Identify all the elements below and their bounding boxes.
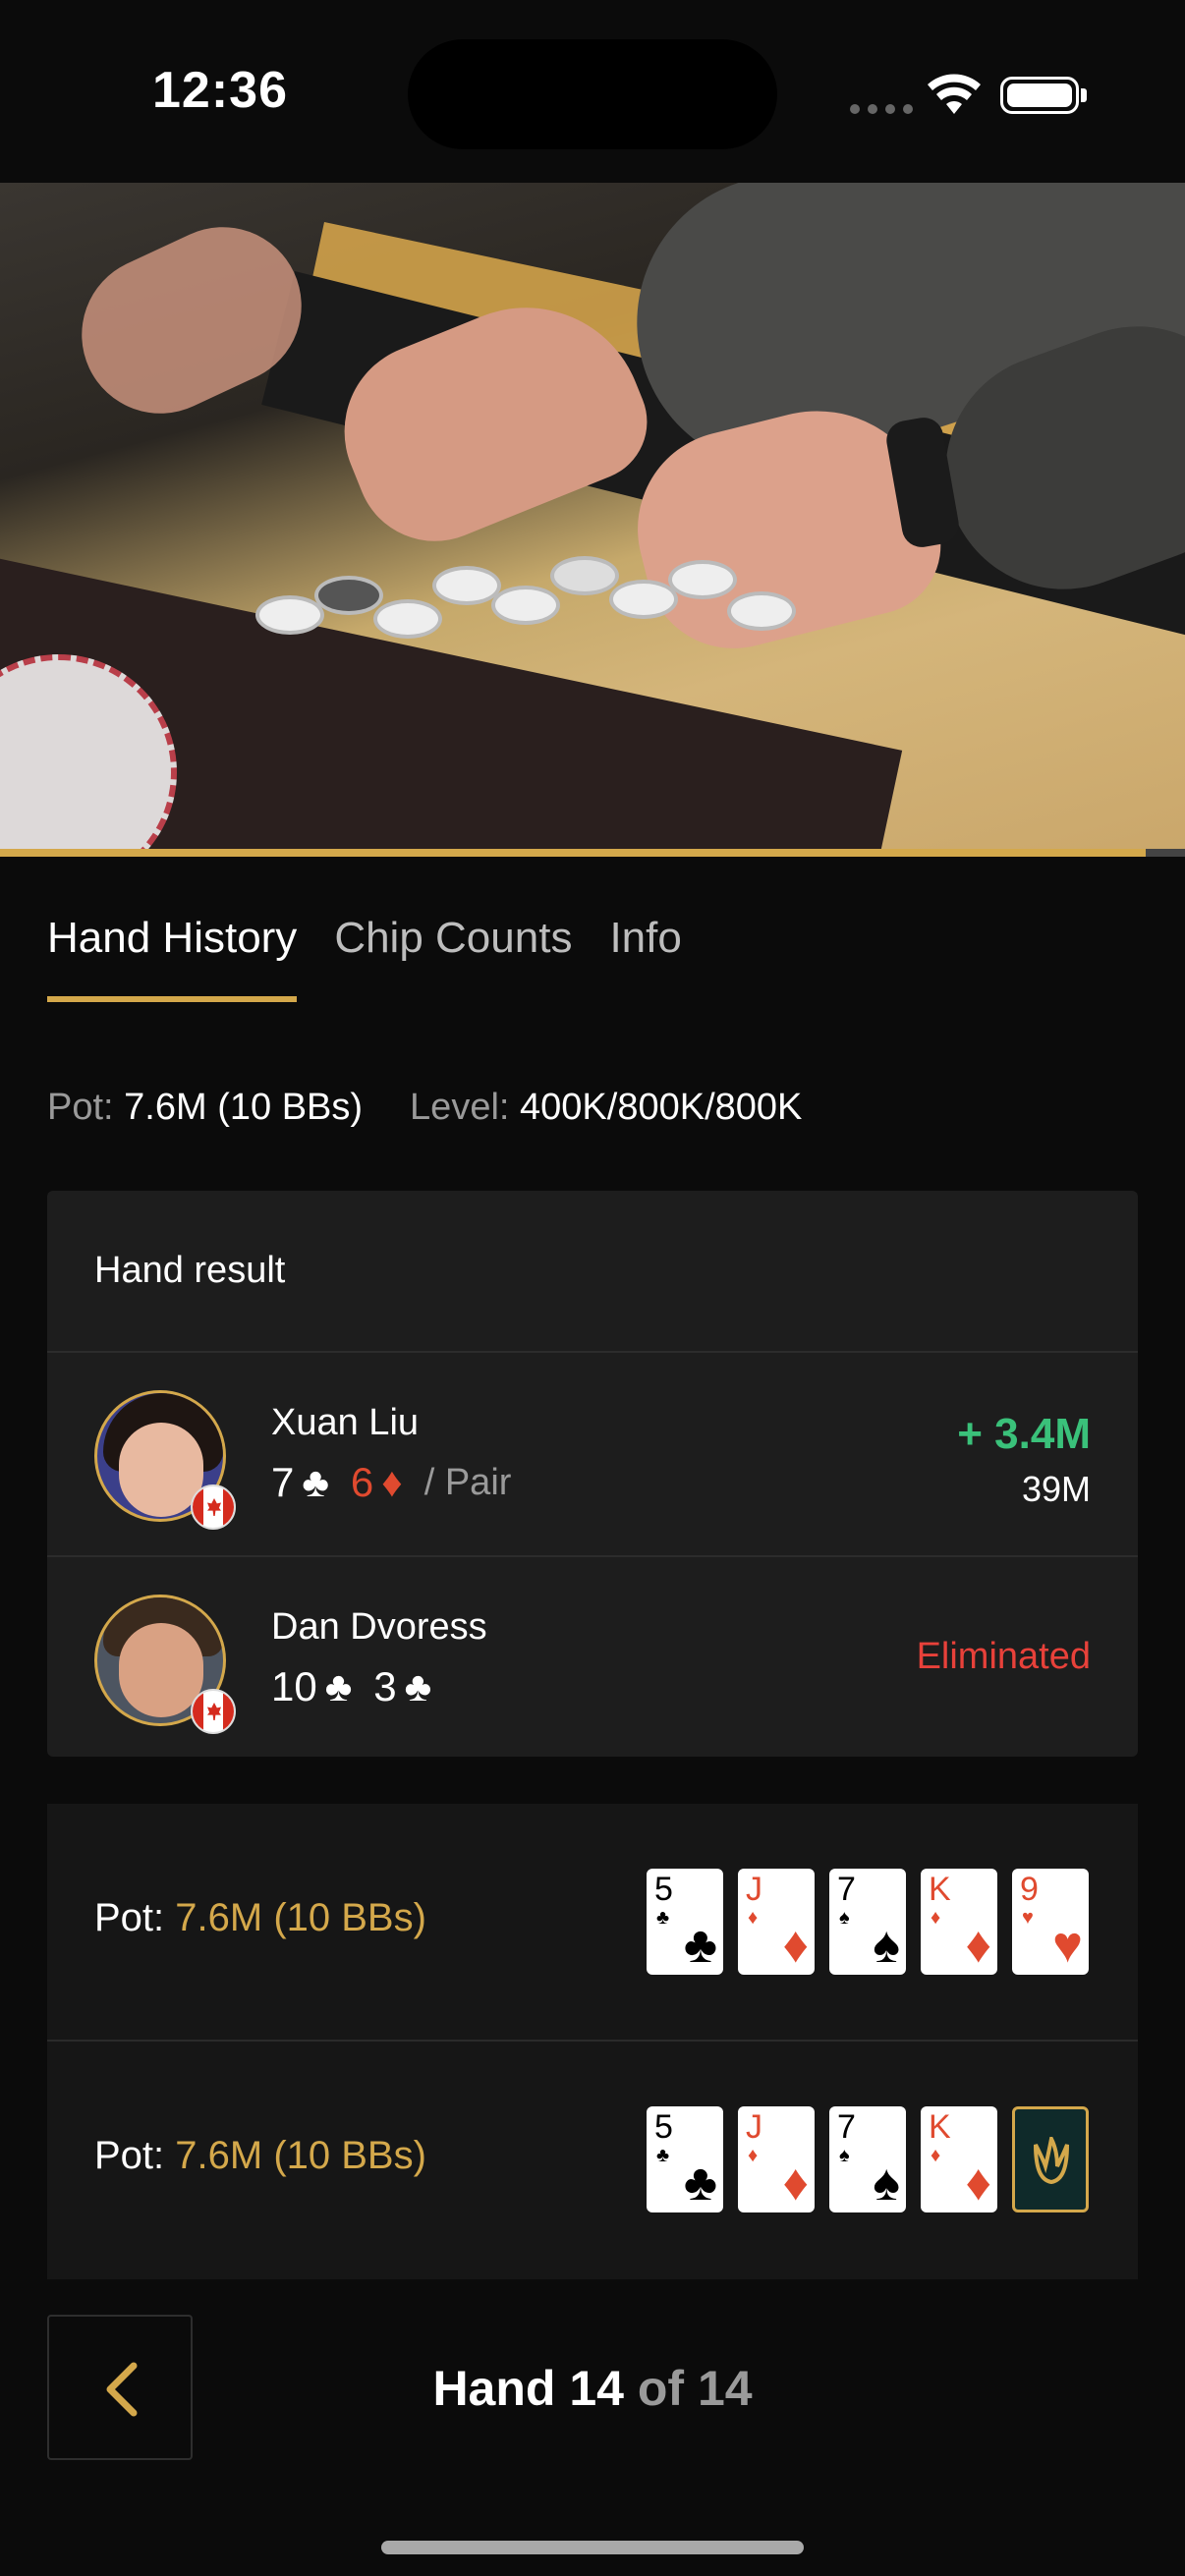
diamond-icon: ♦	[782, 1917, 809, 1974]
card-back	[1012, 2106, 1089, 2212]
battery-icon	[1000, 77, 1079, 114]
diamond-icon: ♦	[782, 2155, 809, 2212]
video-progress-bar[interactable]	[0, 849, 1146, 857]
diamond-icon: ♦	[965, 1917, 991, 1974]
wifi-icon	[928, 74, 981, 114]
tab-chip-counts[interactable]: Chip Counts	[334, 914, 572, 1002]
playing-card: J ♦ ♦	[738, 1869, 815, 1975]
playing-card: K ♦ ♦	[921, 1869, 997, 1975]
card-rank: 6	[350, 1459, 374, 1505]
battery-tip	[1081, 88, 1087, 102]
community-cards: 5 ♣ ♣ J ♦ ♦ 7 ♠ ♠ K ♦ ♦ 9 ♥ ♥	[647, 1869, 1089, 1975]
pot-label: Pot:	[47, 1087, 114, 1128]
status-eliminated: Eliminated	[916, 1636, 1091, 1677]
hand-number: Hand 14	[432, 2361, 624, 2416]
card-rank: 7	[271, 1459, 295, 1505]
community-cards: 5 ♣ ♣ J ♦ ♦ 7 ♠ ♠ K ♦ ♦	[647, 2106, 1089, 2212]
pot-value: 7.6M (10 BBs)	[175, 2134, 426, 2177]
playing-card: 5 ♣ ♣	[647, 1869, 723, 1975]
dynamic-island	[408, 39, 777, 149]
diamond-icon: ♦	[381, 1459, 403, 1505]
card-rank: 10	[271, 1663, 317, 1709]
playing-card: J ♦ ♦	[738, 2106, 815, 2212]
level-info: Level: 400K/800K/800K	[410, 1087, 802, 1129]
playing-card: 9 ♥ ♥	[1012, 1869, 1089, 1975]
hole-cards: 7 ♣ 6 ♦ / Pair	[271, 1459, 511, 1506]
playing-card: 7 ♠ ♠	[829, 1869, 906, 1975]
tab-bar: Hand History Chip Counts Info	[47, 914, 682, 1002]
hand-total: of 14	[637, 2361, 753, 2416]
hand-navigation: Hand 14 of 14	[0, 2281, 1185, 2576]
canada-flag-icon	[191, 1689, 236, 1734]
board-row[interactable]: Pot: 7.6M (10 BBs) 5 ♣ ♣ J ♦ ♦ 7 ♠ ♠ K ♦ ♦	[47, 2042, 1138, 2279]
board-pot: Pot: 7.6M (10 BBs)	[94, 2134, 426, 2178]
club-icon: ♣	[302, 1459, 329, 1505]
spade-icon: ♠	[873, 1917, 900, 1974]
pot-value: 7.6M (10 BBs)	[175, 1896, 426, 1939]
player-name: Dan Dvoress	[271, 1606, 487, 1648]
hand-counter: Hand 14 of 14	[0, 2360, 1185, 2417]
club-icon: ♣	[404, 1663, 432, 1709]
video-progress-remaining	[1146, 849, 1185, 857]
home-indicator	[381, 2541, 804, 2554]
player-name: Xuan Liu	[271, 1402, 420, 1443]
board-pot: Pot: 7.6M (10 BBs)	[94, 1896, 426, 1940]
poker-chips	[255, 556, 845, 674]
winnings: + 3.4M	[957, 1410, 1091, 1458]
heart-icon: ♥	[1052, 1917, 1083, 1974]
chip-stack: 39M	[1021, 1469, 1091, 1509]
club-icon: ♣	[324, 1663, 353, 1709]
hand-description: / Pair	[423, 1461, 512, 1503]
canada-flag-icon	[191, 1484, 236, 1530]
spade-icon: ♠	[873, 2155, 900, 2212]
pot-label: Pot:	[94, 1896, 165, 1939]
level-value: 400K/800K/800K	[520, 1087, 803, 1128]
video-player[interactable]	[0, 183, 1185, 855]
level-label: Level:	[410, 1087, 510, 1128]
player-row[interactable]: Dan Dvoress 10 ♣ 3 ♣ Eliminated	[47, 1557, 1138, 1760]
hand-meta: Pot: 7.6M (10 BBs) Level: 400K/800K/800K	[47, 1087, 802, 1129]
pot-label: Pot:	[94, 2134, 165, 2177]
tab-info[interactable]: Info	[609, 914, 681, 1002]
hole-cards: 10 ♣ 3 ♣	[271, 1663, 431, 1710]
pot-info: Pot: 7.6M (10 BBs)	[47, 1087, 363, 1129]
hand-result-card: Hand result Xuan Liu 7 ♣ 6 ♦ / Pair + 3.…	[47, 1191, 1138, 1757]
club-icon: ♣	[683, 1917, 717, 1974]
cellular-signal-icon	[850, 104, 913, 114]
hand-result-title: Hand result	[94, 1250, 286, 1291]
status-bar: 12:36	[0, 0, 1185, 183]
card-rank: 3	[373, 1663, 397, 1709]
flame-logo-icon	[1034, 2137, 1069, 2185]
diamond-icon: ♦	[965, 2155, 991, 2212]
club-icon: ♣	[683, 2155, 717, 2212]
board-row[interactable]: Pot: 7.6M (10 BBs) 5 ♣ ♣ J ♦ ♦ 7 ♠ ♠ K ♦ ♦ 9 ♥ ♥	[47, 1804, 1138, 2040]
tab-hand-history[interactable]: Hand History	[47, 914, 298, 1002]
playing-card: 7 ♠ ♠	[829, 2106, 906, 2212]
playing-card: K ♦ ♦	[921, 2106, 997, 2212]
player-row[interactable]: Xuan Liu 7 ♣ 6 ♦ / Pair + 3.4M 39M	[47, 1353, 1138, 1555]
pot-value: 7.6M (10 BBs)	[124, 1087, 364, 1128]
playing-card: 5 ♣ ♣	[647, 2106, 723, 2212]
status-time: 12:36	[152, 62, 288, 119]
